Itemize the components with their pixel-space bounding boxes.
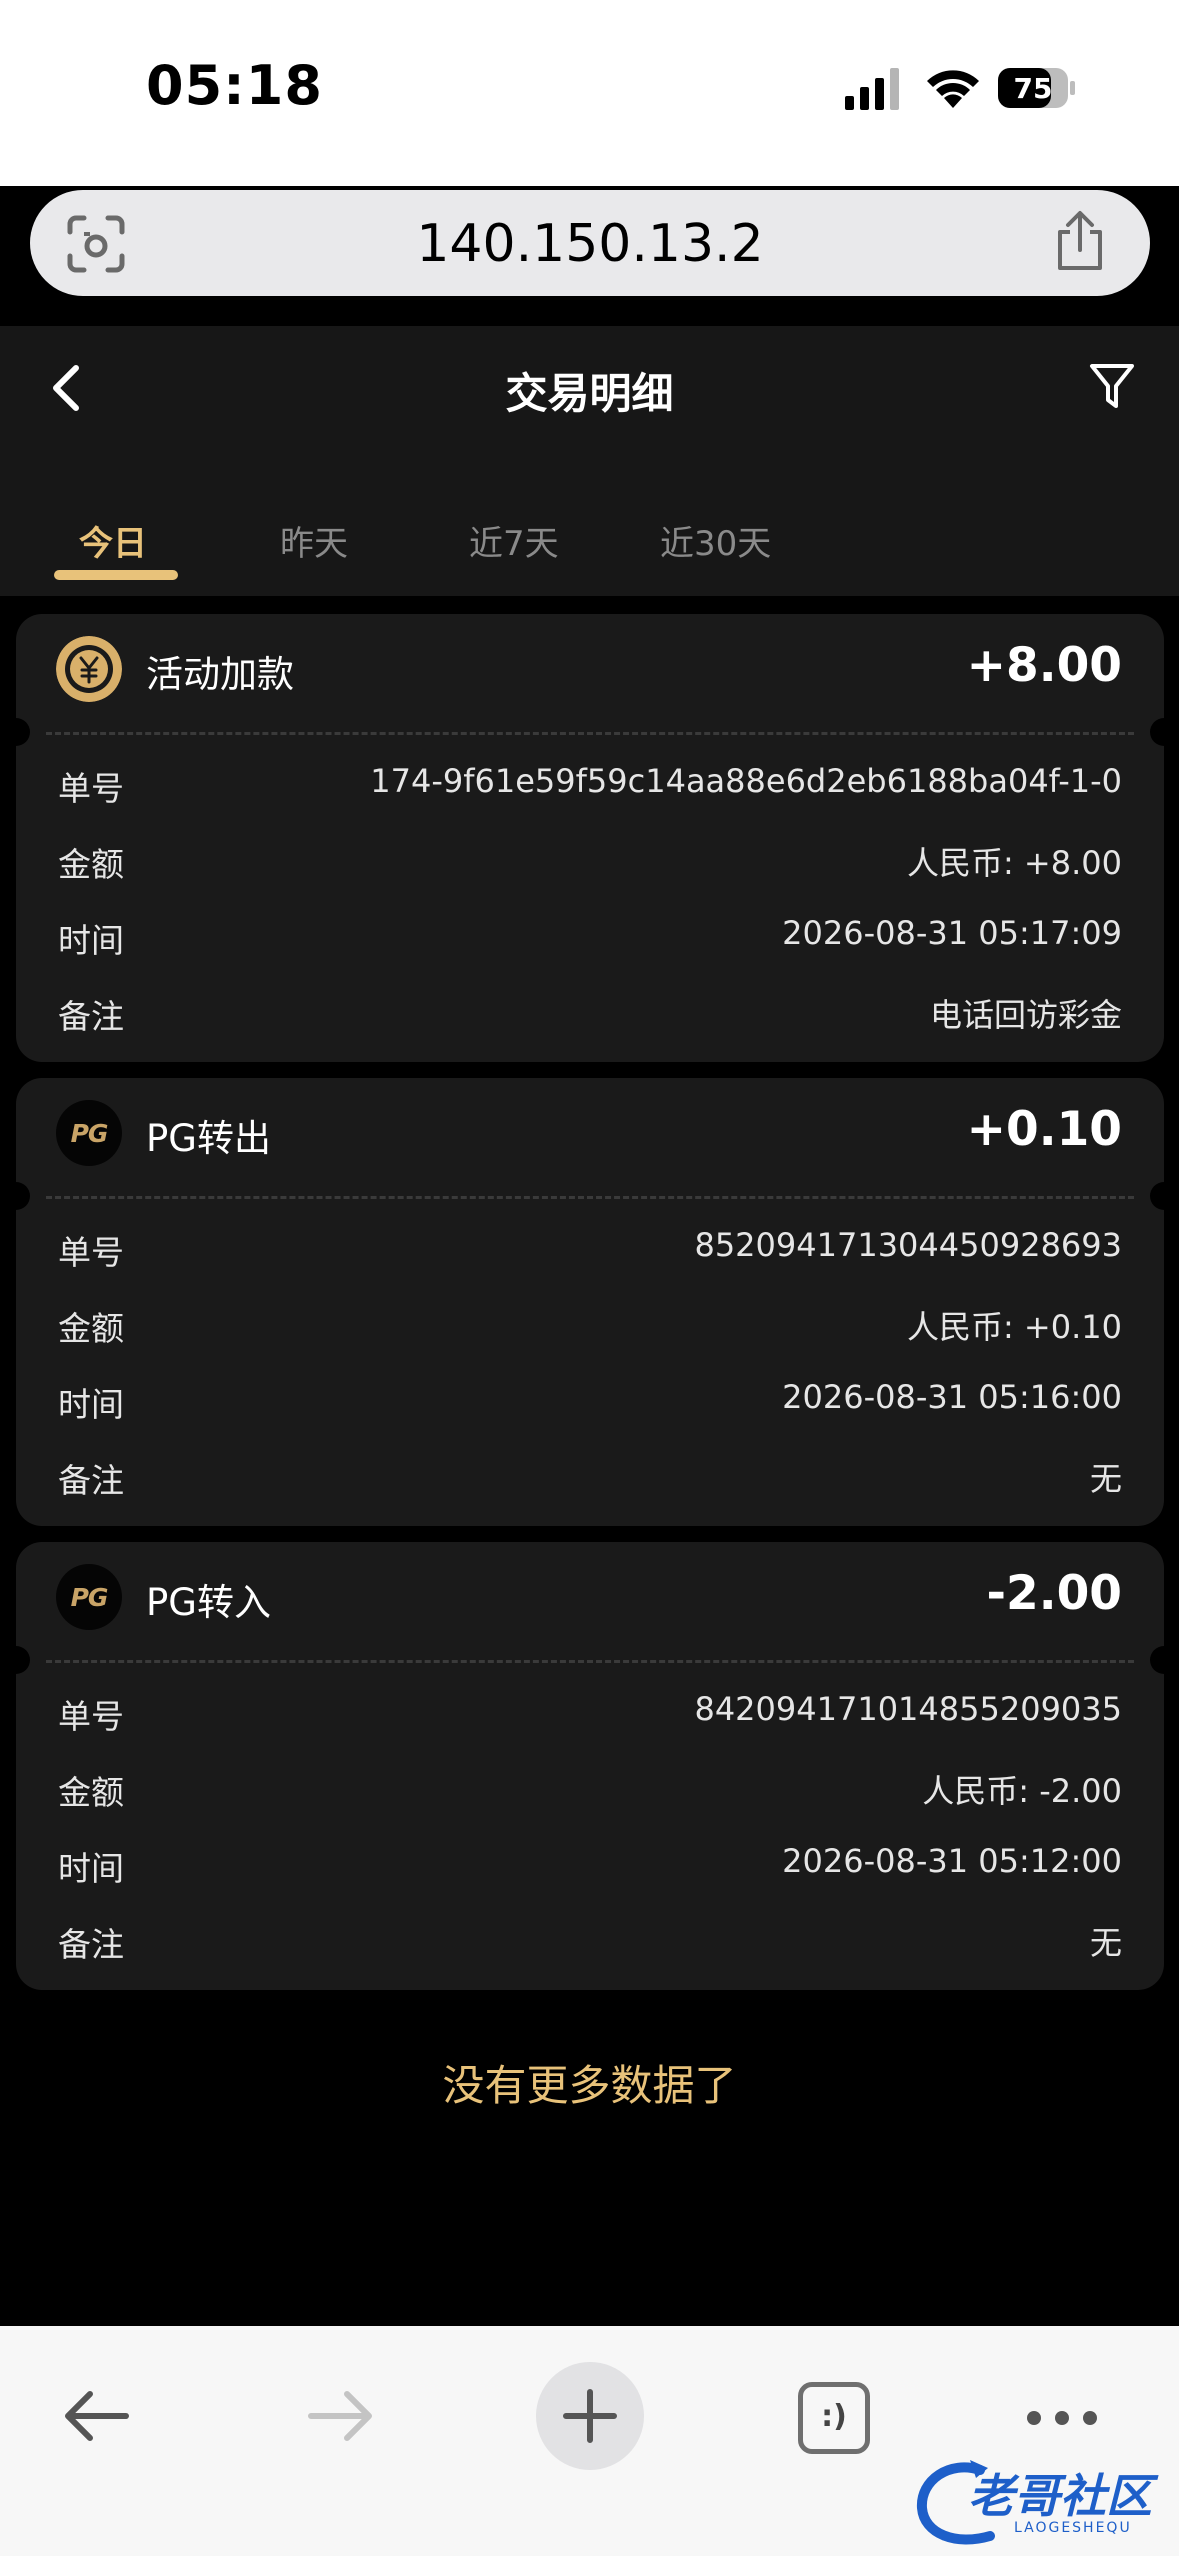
page-title: 交易明细: [505, 369, 674, 418]
amount-value: 人民币: +0.10: [906, 1308, 1122, 1346]
browser-toolbar: :) 老哥社区 LAOGESHEQU: [0, 2326, 1179, 2556]
order-label: 单号: [58, 769, 124, 808]
forward-arrow-icon[interactable]: [305, 2386, 377, 2446]
amount-value: 人民币: +8.00: [906, 844, 1122, 882]
address-bar[interactable]: 140.150.13.2: [30, 190, 1150, 296]
time-value: 2026-08-31 05:17:09: [782, 914, 1122, 952]
ticket-notch: [1150, 718, 1178, 746]
order-value: 842094171014855209035: [694, 1690, 1122, 1728]
tab-switcher-button[interactable]: :): [798, 2382, 870, 2454]
order-label: 单号: [58, 1697, 124, 1736]
order-row: 单号 842094171014855209035: [58, 1690, 1122, 1740]
time-label: 时间: [58, 921, 124, 960]
note-label: 备注: [58, 997, 124, 1036]
tab-last-7-days[interactable]: 近7天: [469, 516, 559, 565]
ticket-notch: [2, 1182, 30, 1210]
ticket-notch: [2, 718, 30, 746]
note-row: 备注 无: [58, 1918, 1122, 1968]
time-row: 时间 2026-08-31 05:16:00: [58, 1378, 1122, 1428]
card-header: PG PG转入 -2.00: [16, 1542, 1164, 1660]
dashed-divider: [46, 1660, 1134, 1663]
dashed-divider: [46, 732, 1134, 735]
amount-label: 金额: [58, 1309, 124, 1348]
transaction-amount: +8.00: [966, 638, 1122, 693]
pg-logo-icon: PG: [56, 1100, 122, 1166]
order-label: 单号: [58, 1233, 124, 1272]
tab-yesterday[interactable]: 昨天: [280, 516, 348, 565]
time-value: 2026-08-31 05:12:00: [782, 1842, 1122, 1880]
note-value: 电话回访彩金: [929, 996, 1122, 1034]
status-time: 05:18: [146, 54, 323, 117]
amount-label: 金额: [58, 1773, 124, 1812]
order-row: 单号 852094171304450928693: [58, 1226, 1122, 1276]
transaction-amount: +0.10: [966, 1102, 1122, 1157]
cellular-signal-icon: [845, 68, 899, 110]
dashed-divider: [46, 1196, 1134, 1199]
amount-row: 金额 人民币: +0.10: [58, 1302, 1122, 1352]
transaction-card[interactable]: PG PG转入 -2.00 单号 842094171014855209035 金…: [2, 1542, 1178, 1990]
ticket-notch: [1150, 1182, 1178, 1210]
watermark-logo: 老哥社区 LAOGESHEQU: [910, 2446, 1170, 2556]
note-label: 备注: [58, 1925, 124, 1964]
more-options-icon[interactable]: [1024, 2388, 1100, 2448]
time-row: 时间 2026-08-31 05:17:09: [58, 914, 1122, 964]
note-row: 备注 电话回访彩金: [58, 990, 1122, 1040]
battery-icon: 75: [998, 68, 1075, 108]
tab-today[interactable]: 今日: [79, 516, 147, 565]
transaction-amount: -2.00: [986, 1566, 1122, 1621]
new-tab-button[interactable]: [536, 2362, 644, 2470]
transaction-name: PG转入: [146, 1581, 271, 1624]
date-tabs: 今日 昨天 近7天 近30天: [0, 516, 1179, 596]
plus-icon: [563, 2389, 617, 2443]
transaction-card[interactable]: 活动加款 +8.00 单号 174-9f61e59f59c14aa88e6d2e…: [2, 614, 1178, 1062]
note-row: 备注 无: [58, 1454, 1122, 1504]
card-header: 活动加款 +8.00: [16, 614, 1164, 732]
note-value: 无: [1089, 1460, 1122, 1498]
wifi-icon: [927, 70, 979, 108]
ticket-notch: [2, 1646, 30, 1674]
coin-yen-icon: [56, 636, 122, 702]
card-header: PG PG转出 +0.10: [16, 1078, 1164, 1196]
order-value: 852094171304450928693: [694, 1226, 1122, 1264]
filter-icon[interactable]: [1089, 360, 1135, 412]
amount-row: 金额 人民币: -2.00: [58, 1766, 1122, 1816]
status-bar: 05:18 75: [0, 0, 1179, 186]
tab-last-30-days[interactable]: 近30天: [660, 516, 771, 565]
transaction-name: 活动加款: [146, 653, 294, 696]
battery-level: 75: [1014, 72, 1053, 105]
amount-row: 金额 人民币: +8.00: [58, 838, 1122, 888]
watermark-text: 老哥社区: [968, 2469, 1152, 2523]
time-row: 时间 2026-08-31 05:12:00: [58, 1842, 1122, 1892]
url-text[interactable]: 140.150.13.2: [30, 214, 1150, 274]
amount-label: 金额: [58, 845, 124, 884]
transaction-card[interactable]: PG PG转出 +0.10 单号 852094171304450928693 金…: [2, 1078, 1178, 1526]
watermark-subtext: LAOGESHEQU: [1014, 2520, 1132, 2536]
share-icon[interactable]: [1052, 210, 1108, 272]
pg-logo-icon: PG: [56, 1564, 122, 1630]
ticket-notch: [1150, 1646, 1178, 1674]
time-value: 2026-08-31 05:16:00: [782, 1378, 1122, 1416]
time-label: 时间: [58, 1385, 124, 1424]
time-label: 时间: [58, 1849, 124, 1888]
order-value: 174-9f61e59f59c14aa88e6d2eb6188ba04f-1-0: [370, 762, 1122, 800]
app-content: 交易明细 今日 昨天 近7天 近30天 活动加款 +8.00 单号 174-9f…: [0, 326, 1179, 2326]
tab-active-indicator: [54, 570, 178, 580]
page-header: 交易明细 今日 昨天 近7天 近30天: [0, 326, 1179, 596]
no-more-data-text: 没有更多数据了: [442, 2061, 737, 2110]
transaction-name: PG转出: [146, 1117, 271, 1160]
amount-value: 人民币: -2.00: [922, 1772, 1122, 1810]
order-row: 单号 174-9f61e59f59c14aa88e6d2eb6188ba04f-…: [58, 762, 1122, 812]
back-arrow-icon[interactable]: [60, 2386, 132, 2446]
note-value: 无: [1089, 1924, 1122, 1962]
note-label: 备注: [58, 1461, 124, 1500]
